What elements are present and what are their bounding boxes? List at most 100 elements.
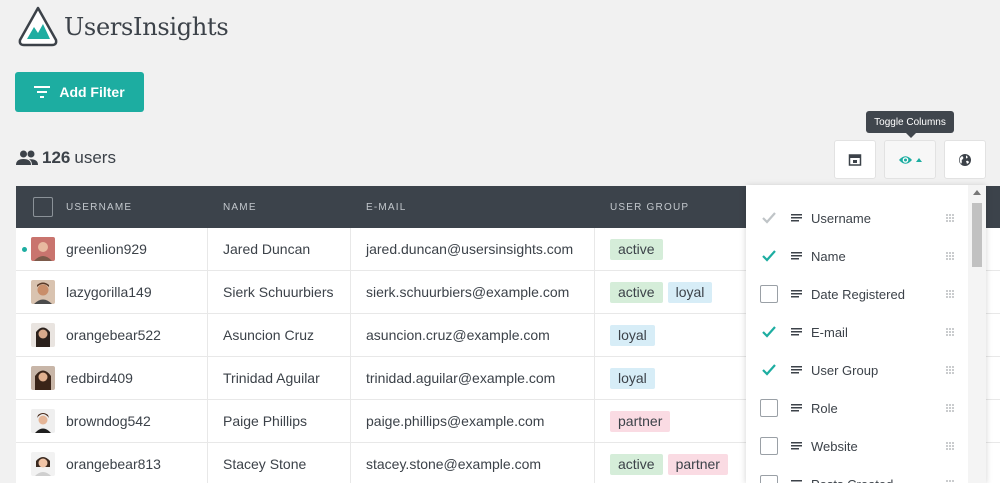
users-icon (16, 150, 38, 165)
checkmark-icon (762, 326, 776, 338)
user-name: Stacey Stone (223, 456, 307, 472)
column-checkbox[interactable] (760, 475, 778, 483)
user-email: asuncion.cruz@example.com (366, 327, 550, 343)
user-name: Trinidad Aguilar (223, 370, 320, 386)
filter-icon (34, 86, 51, 98)
column-checkbox[interactable] (760, 399, 778, 417)
group-tag-loyal: loyal (610, 324, 655, 346)
checkmark-icon (762, 364, 776, 376)
avatar (31, 237, 55, 261)
column-toggle-item[interactable]: E-mail (746, 313, 968, 351)
group-tag-loyal: loyal (667, 281, 713, 303)
add-filter-label: Add Filter (59, 84, 125, 100)
drag-handle-icon[interactable] (946, 442, 954, 450)
username[interactable]: orangebear813 (66, 456, 161, 472)
text-lines-icon (791, 289, 802, 297)
column-label: Posts Created (811, 477, 893, 483)
column-header-user-group[interactable]: USER GROUP (610, 186, 689, 228)
select-all-checkbox[interactable] (33, 186, 53, 228)
user-email: jared.duncan@usersinsights.com (366, 241, 574, 257)
user-name: Asuncion Cruz (223, 327, 315, 343)
column-label: User Group (811, 362, 879, 378)
column-toggle-item[interactable]: Username (746, 199, 968, 237)
column-header-name[interactable]: NAME (223, 186, 257, 228)
column-checkbox[interactable] (760, 323, 778, 341)
text-lines-icon (791, 441, 802, 449)
username[interactable]: lazygorilla149 (66, 284, 152, 300)
drag-handle-icon[interactable] (946, 214, 954, 222)
column-checkbox[interactable] (760, 247, 778, 265)
column-toggle-item[interactable]: User Group (746, 351, 968, 389)
users-count-number: 126 (42, 148, 71, 167)
username[interactable]: greenlion929 (66, 241, 147, 257)
user-email: stacey.stone@example.com (366, 456, 542, 472)
username[interactable]: orangebear522 (66, 327, 161, 343)
column-header-username[interactable]: USERNAME (66, 186, 132, 228)
column-toggle-item[interactable]: Role (746, 389, 968, 427)
scroll-up-arrow-icon[interactable] (973, 190, 981, 195)
text-lines-icon (791, 479, 802, 483)
add-filter-button[interactable]: Add Filter (15, 72, 144, 112)
group-tag-loyal: loyal (610, 367, 655, 389)
user-name: Sierk Schuurbiers (223, 284, 334, 300)
toggle-columns-button[interactable] (884, 140, 936, 179)
group-tag-partner: partner (667, 453, 728, 475)
column-label: Role (811, 400, 838, 416)
checkmark-icon (762, 250, 776, 262)
eye-icon (899, 155, 912, 164)
column-label: Username (811, 210, 871, 226)
username[interactable]: redbird409 (66, 370, 133, 386)
text-lines-icon (791, 213, 802, 221)
column-checkbox[interactable] (760, 437, 778, 455)
text-lines-icon (791, 327, 802, 335)
users-count-unit: users (74, 148, 116, 167)
scroll-thumb[interactable] (972, 203, 982, 267)
text-lines-icon (791, 365, 802, 373)
text-lines-icon (791, 403, 802, 411)
column-toggle-item[interactable]: Date Registered (746, 275, 968, 313)
avatar (31, 280, 55, 304)
brand-name: UsersInsights (64, 13, 229, 41)
drag-handle-icon[interactable] (946, 328, 954, 336)
caret-up-icon (916, 157, 922, 162)
logo-icon (18, 6, 58, 47)
map-button[interactable] (944, 140, 986, 179)
group-tag-active: active (610, 281, 663, 303)
column-header-email[interactable]: E-MAIL (366, 186, 407, 228)
user-email: trinidad.aguilar@example.com (366, 370, 556, 386)
layout-icon (848, 153, 862, 166)
toggle-columns-panel: Username Name Date Registered E-mail User Gr… (746, 185, 986, 483)
column-checkbox[interactable] (760, 361, 778, 379)
user-email: paige.phillips@example.com (366, 413, 545, 429)
text-lines-icon (791, 251, 802, 259)
column-label: Website (811, 438, 858, 454)
globe-icon (959, 153, 971, 166)
users-count: 126 users (16, 148, 116, 168)
avatar (31, 366, 55, 390)
username[interactable]: browndog542 (66, 413, 151, 429)
avatar (31, 409, 55, 433)
column-checkbox[interactable] (760, 285, 778, 303)
column-checkbox (760, 209, 778, 227)
scrollbar[interactable] (968, 185, 986, 483)
column-label: Name (811, 248, 846, 264)
column-toggle-item[interactable]: Posts Created (746, 465, 968, 483)
drag-handle-icon[interactable] (946, 290, 954, 298)
drag-handle-icon[interactable] (946, 404, 954, 412)
user-email: sierk.schuurbiers@example.com (366, 284, 570, 300)
column-toggle-item[interactable]: Website (746, 427, 968, 465)
drag-handle-icon[interactable] (946, 366, 954, 374)
app-logo: UsersInsights (16, 6, 229, 48)
toggle-columns-tooltip: Toggle Columns (866, 111, 954, 138)
online-indicator (22, 247, 27, 252)
avatar (31, 452, 55, 476)
avatar (31, 323, 55, 347)
segments-button[interactable] (834, 140, 876, 179)
user-name: Jared Duncan (223, 241, 311, 257)
column-toggle-item[interactable]: Name (746, 237, 968, 275)
group-tag-active: active (610, 238, 663, 260)
column-label: E-mail (811, 324, 848, 340)
checkmark-icon (762, 212, 776, 224)
drag-handle-icon[interactable] (946, 252, 954, 260)
user-name: Paige Phillips (223, 413, 308, 429)
